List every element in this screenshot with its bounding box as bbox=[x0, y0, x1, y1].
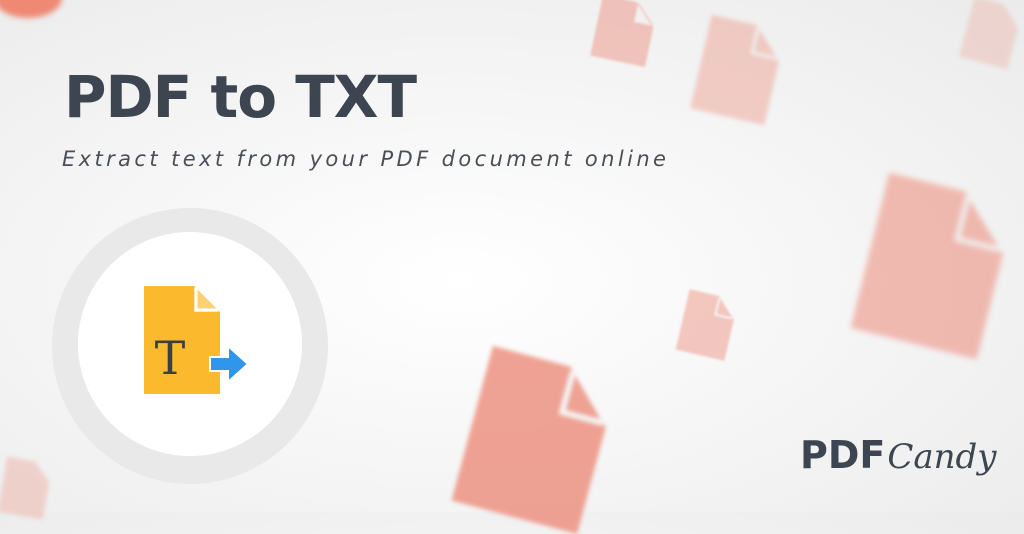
background-document-icon bbox=[850, 172, 1016, 360]
background-document-icon bbox=[451, 345, 619, 534]
page-subtitle: Extract text from your PDF document onli… bbox=[62, 147, 670, 171]
pdf-to-txt-icon: T bbox=[142, 286, 254, 402]
corner-blob-decoration bbox=[0, 0, 70, 30]
background-document-icon bbox=[675, 289, 739, 361]
logo-text-pdf: PDF bbox=[800, 433, 886, 477]
background-document-icon bbox=[590, 0, 658, 68]
page-title: PDF to TXT bbox=[64, 63, 417, 131]
logo-text-candy: Candy bbox=[887, 437, 997, 477]
text-glyph: T bbox=[155, 331, 186, 385]
background-document-icon bbox=[0, 456, 53, 520]
pdfcandy-logo: PDFCandy bbox=[800, 436, 997, 474]
background-document-icon bbox=[958, 0, 1023, 70]
background-document-icon bbox=[690, 14, 786, 126]
